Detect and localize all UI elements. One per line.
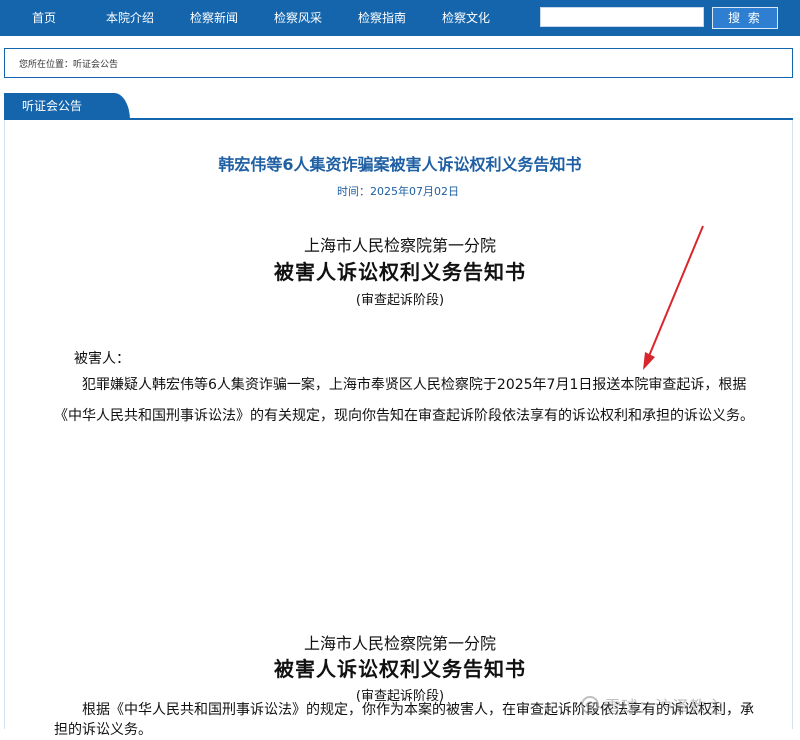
nav-style[interactable]: 检察风采 <box>256 0 340 36</box>
nav-about[interactable]: 本院介绍 <box>88 0 172 36</box>
nav-news[interactable]: 检察新闻 <box>172 0 256 36</box>
top-nav: 首页 本院介绍 检察新闻 检察风采 检察指南 检察文化 搜 索 <box>0 0 800 36</box>
watermark: 雪球：沪泽教主 <box>580 693 723 718</box>
nav-guide[interactable]: 检察指南 <box>340 0 424 36</box>
victim-label: 被害人： <box>74 351 130 367</box>
search-input[interactable] <box>540 7 704 27</box>
snowball-logo-icon <box>581 696 599 714</box>
breadcrumb-text: 您所在位置：听证会公告 <box>19 59 119 70</box>
issuing-organization-2: 上海市人民检察院第一分院 <box>303 634 496 653</box>
watermark-text: 雪球：沪泽教主 <box>604 697 723 718</box>
article-date: 时间：2025年07月02日 <box>337 185 459 198</box>
nav-culture[interactable]: 检察文化 <box>424 0 508 36</box>
notice-paragraph: 犯罪嫌疑人韩宏伟等6人集资诈骗一案，上海市奉贤区人民检察院于2025年7月1日报… <box>54 377 754 424</box>
issuing-organization: 上海市人民检察院第一分院 <box>303 236 496 255</box>
nav-home[interactable]: 首页 <box>0 0 88 36</box>
article-title: 韩宏伟等6人集资诈骗案被害人诉讼权利义务告知书 <box>218 155 582 174</box>
breadcrumb: 您所在位置：听证会公告 <box>4 48 793 78</box>
document-stage: (审查起诉阶段) <box>355 293 445 308</box>
section-tab[interactable]: 听证会公告 <box>4 93 130 120</box>
search-button[interactable]: 搜 索 <box>712 7 778 29</box>
document-title: 被害人诉讼权利义务告知书 <box>274 260 526 284</box>
document-title-2: 被害人诉讼权利义务告知书 <box>274 657 526 681</box>
